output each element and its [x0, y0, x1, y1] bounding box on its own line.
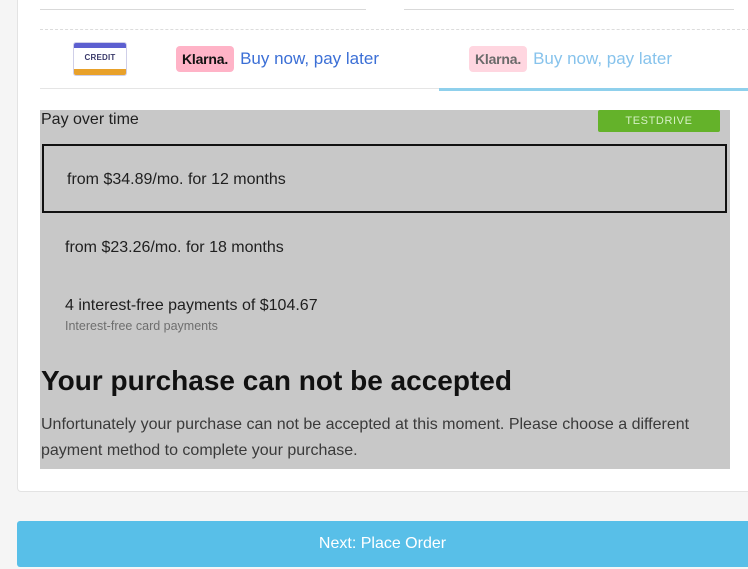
credit-card-stripe-bottom	[74, 69, 126, 75]
error-message: Unfortunately your purchase can not be a…	[41, 416, 690, 459]
testdrive-badge: TESTDRIVE	[598, 110, 720, 132]
credit-card-icon: CREDIT	[73, 42, 127, 76]
klarna-tab-label: Buy now, pay later	[533, 49, 672, 68]
credit-card-label: CREDIT	[84, 53, 116, 62]
top-fields	[40, 0, 734, 10]
payment-option-12-months[interactable]: from $34.89/mo. for 12 months	[42, 144, 727, 213]
credit-card-stripe-top	[74, 43, 126, 48]
option-label: 4 interest-free payments of $104.67	[65, 297, 318, 314]
tab-credit[interactable]: CREDIT	[40, 30, 160, 89]
payment-method-tabs: CREDIT Klarna. Buy now, pay later Klarna…	[40, 29, 748, 91]
option-sublabel: Interest-free card payments	[65, 319, 218, 333]
payment-option-18-months[interactable]: from $23.26/mo. for 18 months	[42, 226, 727, 268]
klarna-logo-icon: Klarna.	[469, 46, 528, 72]
next-place-order-button[interactable]: Next: Place Order	[17, 521, 748, 567]
option-label: from $23.26/mo. for 18 months	[65, 239, 284, 256]
klarna-logo-icon: Klarna.	[176, 46, 235, 72]
field-right[interactable]	[404, 0, 734, 10]
field-left[interactable]	[40, 0, 366, 10]
klarna-tab-label: Buy now, pay later	[240, 49, 379, 68]
tab-klarna-2[interactable]: Klarna. Buy now, pay later	[439, 30, 748, 91]
payment-option-interest-free[interactable]: 4 interest-free payments of $104.67 Inte…	[42, 286, 727, 338]
panel-header: Pay over time TESTDRIVE	[40, 110, 730, 132]
panel-title: Pay over time	[41, 111, 139, 128]
pay-over-time-panel: Pay over time TESTDRIVE from $34.89/mo. …	[40, 110, 730, 469]
option-label: from $34.89/mo. for 12 months	[67, 171, 286, 188]
tab-klarna-1[interactable]: Klarna. Buy now, pay later	[160, 30, 439, 89]
error-title: Your purchase can not be accepted	[41, 365, 512, 396]
